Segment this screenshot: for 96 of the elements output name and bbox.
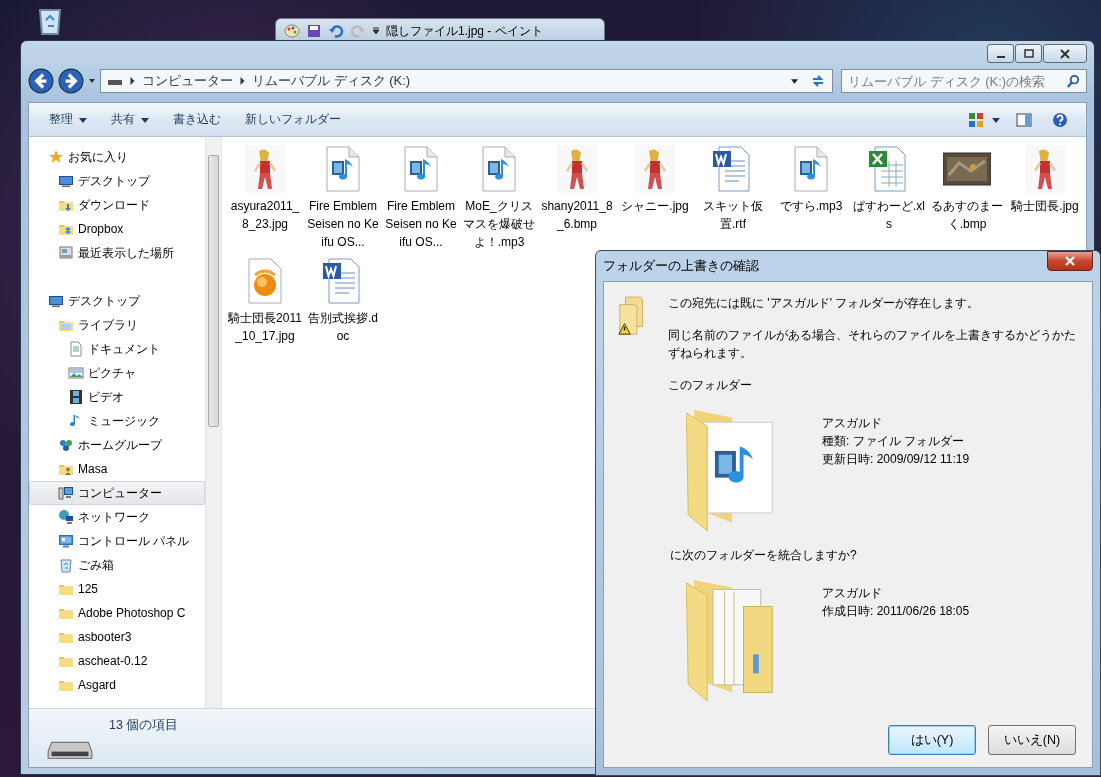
chevron-icon[interactable] [239, 77, 246, 85]
close-icon [1065, 256, 1075, 266]
dialog-button[interactable]: いいえ(N) [988, 725, 1076, 755]
caret-icon[interactable] [992, 115, 1000, 124]
homegroup-icon [58, 437, 74, 453]
dialog-title: フォルダーの上書きの確認 [603, 257, 759, 275]
folder-detail: 更新日時: 2009/09/12 11:19 [822, 451, 970, 468]
navigation-item[interactable]: デスクトップ [29, 169, 205, 193]
navigation-item[interactable]: Adobe Photoshop C [29, 601, 205, 625]
navigation-item[interactable]: 最近表示した場所 [29, 241, 205, 265]
star-icon [48, 149, 64, 165]
palette-icon [284, 23, 300, 39]
section-heading: に次のフォルダーを統合しますか? [670, 547, 858, 564]
recycle-bin-icon [58, 557, 74, 573]
file-name[interactable]: asyura2011_8_23.jpg [228, 197, 302, 233]
address-bar[interactable]: コンピューター リムーバブル ディスク (K:) [100, 69, 833, 93]
file-name[interactable]: るあすのまーく.bmp [930, 197, 1004, 233]
caret-icon [141, 115, 149, 124]
view-options-icon[interactable] [968, 111, 984, 128]
forward-button[interactable] [58, 68, 84, 94]
toolbar-button[interactable]: 書き込む [163, 107, 231, 132]
maximize-icon [1023, 48, 1034, 59]
window-title: 隠しファイル1.jpg - ペイント [386, 22, 543, 40]
caret-icon [79, 115, 87, 124]
monitor-icon [48, 293, 64, 309]
dropdown-icon[interactable] [791, 77, 798, 85]
folder-name: アスガルド [822, 415, 883, 432]
navigation-item[interactable]: デスクトップ [29, 289, 205, 313]
folder-name: アスガルド [822, 585, 883, 602]
toolbar-button[interactable]: 整理 [39, 107, 97, 132]
folder-detail: 種類: ファイル フォルダー [822, 433, 965, 450]
navigation-item[interactable]: ごみ箱 [29, 553, 205, 577]
navigation-item[interactable]: ミュージック [29, 409, 205, 433]
toolbar-button[interactable]: 共有 [101, 107, 159, 132]
document-icon [68, 341, 84, 357]
save-icon[interactable] [306, 23, 322, 39]
navigation-item[interactable]: ホームグループ [29, 433, 205, 457]
control-panel-icon [58, 533, 74, 549]
close-icon [1060, 48, 1070, 59]
undo-icon[interactable] [328, 23, 344, 39]
file-name[interactable]: 騎士団長.jpg [1008, 197, 1082, 215]
search-field[interactable]: リムーバブル ディスク (K:)の検索 [841, 69, 1087, 93]
computer-icon [58, 485, 74, 501]
file-name[interactable]: MoE_クリスマスを爆破せよ！.mp3 [462, 197, 536, 251]
dropdown-icon[interactable] [372, 27, 380, 35]
navigation-item[interactable]: ライブラリ [29, 313, 205, 337]
breadcrumb-item[interactable]: コンピューター [142, 72, 233, 90]
help-icon[interactable] [1052, 111, 1068, 128]
minimize-icon [996, 55, 1005, 58]
navigation-item[interactable]: コントロール パネル [29, 529, 205, 553]
preview-pane-icon[interactable] [1016, 111, 1032, 128]
section-heading: このフォルダー [668, 377, 753, 394]
navigation-item[interactable]: asbooter3 [29, 625, 205, 649]
toolbar-button[interactable]: 新しいフォルダー [235, 107, 351, 132]
monitor-icon [58, 173, 74, 189]
folder-detail: 作成日時: 2011/06/26 18:05 [822, 603, 970, 620]
network-icon [58, 509, 74, 525]
navigation-item[interactable]: Masa [29, 457, 205, 481]
maximize-button[interactable] [1015, 44, 1042, 63]
dialog-detail: 同じ名前のファイルがある場合、それらのファイルを上書きするかどうかたずねられます。 [668, 327, 1076, 362]
dialog-message: この宛先には既に 'アスガルド' フォルダーが存在します。 [668, 295, 981, 312]
file-name[interactable]: ぱすわーど.xls [852, 197, 926, 233]
back-button[interactable] [28, 68, 54, 94]
navigation-item[interactable]: お気に入り [29, 145, 205, 169]
search-icon[interactable] [1066, 73, 1081, 89]
close-button[interactable] [1047, 251, 1093, 271]
file-name[interactable]: シャニー.jpg [618, 197, 692, 215]
navigation-item[interactable]: Dropbox [29, 217, 205, 241]
navigation-item[interactable]: ネットワーク [29, 505, 205, 529]
breadcrumb-item[interactable]: リムーバブル ディスク (K:) [252, 72, 411, 90]
file-name[interactable]: shany2011_8_6.bmp [540, 197, 614, 233]
navigation-item[interactable]: ビデオ [29, 385, 205, 409]
picture-icon [68, 365, 84, 381]
file-name[interactable]: Fire Emblem Seisen no Keifu OS... [384, 197, 458, 251]
navigation-item[interactable]: ピクチャ [29, 361, 205, 385]
navigation-item[interactable]: ダウンロード [29, 193, 205, 217]
file-name[interactable]: スキット仮置.rtf [696, 197, 770, 233]
chevron-icon[interactable] [129, 77, 136, 85]
scrollbar[interactable] [205, 137, 221, 708]
file-name[interactable]: Fire Emblem Seisen no Keifu OS... [306, 197, 380, 251]
dialog-button[interactable]: はい(Y) [888, 725, 976, 755]
film-icon [68, 389, 84, 405]
file-name[interactable]: 告別式挨拶.doc [306, 309, 380, 345]
history-dropdown-icon[interactable] [88, 77, 96, 85]
minimize-button[interactable] [987, 44, 1014, 63]
refresh-icon[interactable] [810, 73, 826, 89]
navigation-item[interactable]: ascheat-0.12 [29, 649, 205, 673]
recent-places-icon [58, 245, 74, 261]
navigation-item[interactable]: Asgard [29, 673, 205, 697]
file-name[interactable]: 騎士団長2011_10_17.jpg [228, 309, 302, 345]
item-count: 13 個の項目 [109, 717, 179, 734]
navigation-item[interactable]: 125 [29, 577, 205, 601]
close-button[interactable] [1043, 44, 1087, 63]
navigation-item[interactable]: コンピューター [29, 481, 205, 505]
file-name[interactable]: ですら.mp3 [774, 197, 848, 215]
navigation-item[interactable]: ドキュメント [29, 337, 205, 361]
